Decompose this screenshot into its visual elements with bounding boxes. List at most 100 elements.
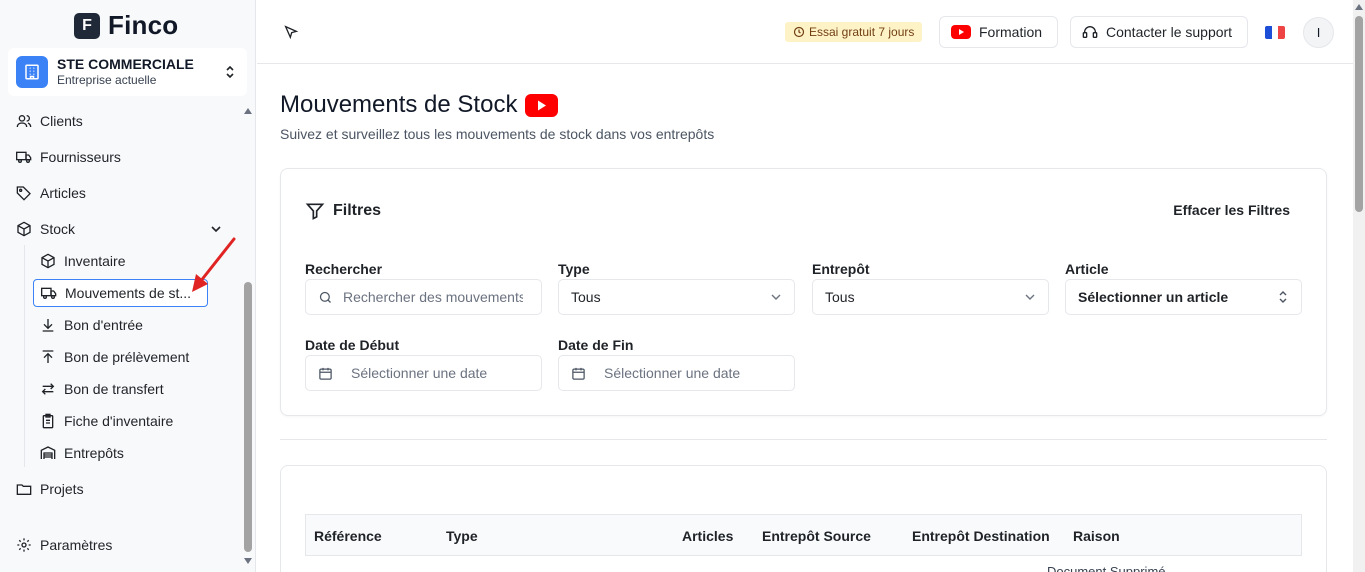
- sidebar-item-label: Stock: [40, 221, 76, 237]
- filters-title: Filtres: [305, 201, 381, 221]
- user-avatar[interactable]: I: [1303, 17, 1334, 48]
- top-header: Essai gratuit 7 jours Formation Contacte…: [257, 0, 1353, 64]
- scrollbar-thumb[interactable]: [244, 282, 252, 552]
- column-header-destination-warehouse[interactable]: Entrepôt Destination: [912, 528, 1050, 544]
- sidebar-item-label: Entrepôts: [64, 445, 124, 461]
- sidebar-item-label: Bon de prélèvement: [64, 349, 190, 365]
- start-date-picker[interactable]: Sélectionner une date: [305, 355, 542, 391]
- sidebar-item-label: Paramètres: [40, 537, 113, 553]
- type-select[interactable]: Tous: [558, 279, 795, 315]
- scroll-up-arrow-icon[interactable]: [244, 108, 252, 114]
- package-icon: [41, 253, 55, 269]
- article-label: Article: [1065, 261, 1109, 277]
- article-select[interactable]: Sélectionner un article: [1065, 279, 1302, 315]
- search-input[interactable]: [343, 289, 523, 305]
- sidebar-scrollbar[interactable]: [241, 104, 255, 572]
- column-header-articles[interactable]: Articles: [682, 528, 733, 544]
- building-icon: [16, 56, 48, 88]
- search-icon: [319, 291, 331, 303]
- warehouse-select-value: Tous: [825, 289, 855, 305]
- headset-icon: [1082, 26, 1098, 38]
- app-logo[interactable]: F Finco: [74, 10, 178, 41]
- sidebar-item-mouvements[interactable]: Mouvements de st...: [33, 279, 208, 307]
- sidebar-item-label: Bon de transfert: [64, 381, 164, 397]
- sidebar-item-bon-prelevement[interactable]: Bon de prélèvement: [40, 345, 189, 369]
- page-title: Mouvements de Stock: [280, 91, 559, 119]
- youtube-icon: [951, 25, 971, 39]
- sidebar-item-stock[interactable]: Stock: [16, 217, 75, 241]
- table-header-row: Référence Type Articles Entrepôt Source …: [305, 514, 1302, 556]
- chevron-down-icon[interactable]: [210, 223, 222, 235]
- trial-badge-text: Essai gratuit 7 jours: [809, 25, 915, 39]
- clock-icon: [793, 26, 805, 38]
- cursor-pointer-icon[interactable]: [283, 24, 299, 40]
- sidebar-item-label: Bon d'entrée: [64, 317, 143, 333]
- sidebar-item-clients[interactable]: Clients: [16, 109, 83, 133]
- sidebar-item-bon-entree[interactable]: Bon d'entrée: [40, 313, 143, 337]
- submenu-guide-line: [24, 245, 25, 467]
- filters-card: Filtres Effacer les Filtres Rechercher T…: [280, 168, 1327, 416]
- formation-button[interactable]: Formation: [939, 16, 1058, 48]
- sidebar-item-entrepots[interactable]: Entrepôts: [40, 441, 124, 465]
- sidebar-item-inventaire[interactable]: Inventaire: [40, 249, 125, 273]
- transfer-icon: [41, 383, 55, 395]
- annotation-arrow-icon: [192, 237, 236, 292]
- sidebar-item-parametres[interactable]: Paramètres: [16, 533, 112, 557]
- clear-filters-button[interactable]: Effacer les Filtres: [1173, 202, 1290, 218]
- sidebar-item-fournisseurs[interactable]: Fournisseurs: [16, 145, 121, 169]
- truck-icon: [16, 151, 32, 163]
- french-flag-icon[interactable]: [1265, 26, 1285, 39]
- column-header-source-warehouse[interactable]: Entrepôt Source: [762, 528, 871, 544]
- calendar-icon: [572, 367, 585, 380]
- type-label: Type: [558, 261, 590, 277]
- column-header-type[interactable]: Type: [446, 528, 478, 544]
- page-subtitle: Suivez et surveillez tous les mouvements…: [280, 126, 715, 142]
- contact-support-label: Contacter le support: [1106, 24, 1233, 40]
- warehouse-select[interactable]: Tous: [812, 279, 1049, 315]
- arrow-down-icon: [42, 319, 54, 332]
- clipboard-icon: [42, 413, 54, 429]
- search-input-wrapper[interactable]: [305, 279, 542, 315]
- scrollbar-thumb[interactable]: [1355, 16, 1363, 212]
- app-name: Finco: [108, 10, 179, 40]
- end-date-picker[interactable]: Sélectionner une date: [558, 355, 795, 391]
- logo-mark: F: [74, 12, 100, 39]
- filter-icon: [305, 203, 325, 220]
- column-header-reference[interactable]: Référence: [314, 528, 382, 544]
- package-icon: [17, 221, 31, 237]
- youtube-icon[interactable]: [525, 93, 559, 117]
- sidebar-item-label: Articles: [40, 185, 86, 201]
- users-icon: [16, 115, 32, 128]
- sidebar-item-label: Mouvements de st...: [65, 285, 192, 301]
- sidebar-item-label: Inventaire: [64, 253, 126, 269]
- chevron-down-icon: [771, 294, 781, 300]
- column-header-reason[interactable]: Raison: [1073, 528, 1120, 544]
- tag-icon: [16, 186, 31, 201]
- sidebar-item-fiche-inventaire[interactable]: Fiche d'inventaire: [40, 409, 173, 433]
- contact-support-button[interactable]: Contacter le support: [1070, 16, 1248, 48]
- sidebar-item-projets[interactable]: Projets: [16, 477, 84, 501]
- sidebar-item-articles[interactable]: Articles: [16, 181, 86, 205]
- article-select-value: Sélectionner un article: [1078, 289, 1229, 305]
- scroll-down-arrow-icon[interactable]: [244, 558, 252, 564]
- company-name: STE COMMERCIALE: [57, 56, 194, 72]
- end-date-label: Date de Fin: [558, 337, 634, 353]
- sidebar-item-bon-transfert[interactable]: Bon de transfert: [40, 377, 164, 401]
- scroll-up-arrow-icon[interactable]: [1355, 4, 1363, 10]
- table-cell-reason: Document Supprimé: [1047, 564, 1166, 572]
- section-divider: [280, 439, 1327, 440]
- company-subtitle: Entreprise actuelle: [57, 73, 157, 87]
- filters-title-text: Filtres: [333, 202, 382, 219]
- sidebar-item-label: Projets: [40, 481, 84, 497]
- warehouse-icon: [40, 446, 56, 459]
- company-switcher[interactable]: STE COMMERCIALE Entreprise actuelle: [8, 48, 247, 96]
- main-content: Mouvements de Stock Suivez et surveillez…: [257, 65, 1353, 572]
- truck-icon: [41, 287, 57, 299]
- start-date-placeholder: Sélectionner une date: [351, 365, 488, 381]
- trial-badge: Essai gratuit 7 jours: [785, 22, 923, 42]
- search-label: Rechercher: [305, 261, 383, 277]
- sidebar-item-label: Fournisseurs: [40, 149, 121, 165]
- gear-icon: [17, 538, 31, 552]
- page-scrollbar[interactable]: [1353, 0, 1365, 572]
- formation-label: Formation: [979, 24, 1043, 40]
